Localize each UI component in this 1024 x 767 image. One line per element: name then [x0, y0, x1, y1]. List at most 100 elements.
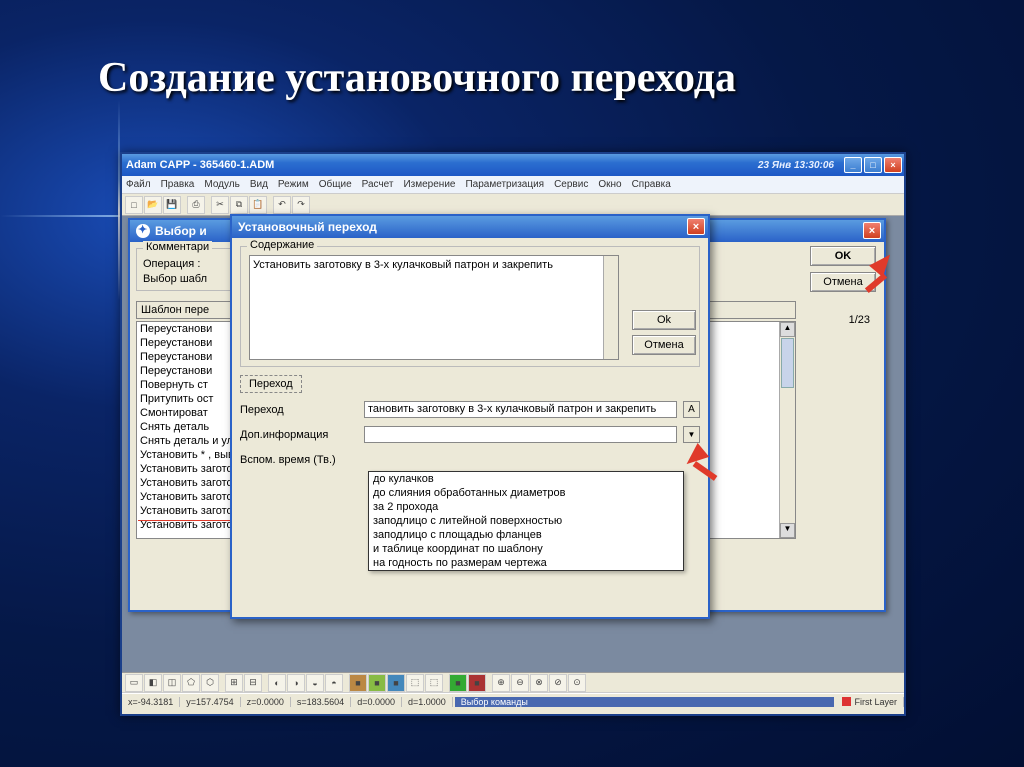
tool-icon[interactable]: ⬡: [201, 674, 219, 692]
menu-item[interactable]: Модуль: [204, 179, 239, 190]
tool-icon[interactable]: ▭: [125, 674, 143, 692]
tool-icon[interactable]: ◓: [325, 674, 343, 692]
menu-item[interactable]: Окно: [598, 179, 621, 190]
status-y: y=157.4754: [180, 697, 240, 707]
tool-icon[interactable]: ◑: [287, 674, 305, 692]
tool-icon[interactable]: ⊖: [511, 674, 529, 692]
textarea-scrollbar[interactable]: [603, 256, 618, 359]
template-select-label: Выбор шабл: [143, 273, 224, 285]
app-titlebar: Adam CAPP - 365460-1.ADM 23 Янв 13:30:06…: [122, 154, 904, 176]
menu-item[interactable]: Правка: [161, 179, 195, 190]
dropdown-option[interactable]: до кулачков: [369, 472, 683, 486]
tool-new-icon[interactable]: □: [125, 196, 143, 214]
tool-icon[interactable]: ⊞: [225, 674, 243, 692]
status-layer: First Layer: [854, 697, 897, 707]
scroll-thumb[interactable]: [781, 338, 794, 388]
dlg2-cancel-button[interactable]: Отмена: [632, 335, 696, 355]
dropdown-option[interactable]: до слияния обработанных диаметров: [369, 486, 683, 500]
tool-icon[interactable]: ◐: [268, 674, 286, 692]
tool-icon[interactable]: ■: [468, 674, 486, 692]
minimize-button[interactable]: _: [844, 157, 862, 173]
dropdown-option[interactable]: за 2 прохода: [369, 500, 683, 514]
ok-button[interactable]: OK: [810, 246, 876, 266]
slide-title: Создание установочного перехода: [98, 54, 736, 102]
content-text: Установить заготовку в 3-х кулачковый па…: [253, 259, 553, 271]
status-x: x=-94.3181: [122, 697, 180, 707]
dropdown-button[interactable]: ▼: [683, 426, 700, 443]
tool-icon[interactable]: ■: [387, 674, 405, 692]
scroll-down-icon[interactable]: ▼: [780, 523, 795, 538]
transition-label: Переход: [240, 404, 358, 416]
tool-save-icon[interactable]: 💾: [163, 196, 181, 214]
menu-item[interactable]: Расчет: [362, 179, 394, 190]
tool-icon[interactable]: ⊙: [568, 674, 586, 692]
tool-print-icon[interactable]: ⎙: [187, 196, 205, 214]
status-bar: x=-94.3181 y=157.4754 z=0.0000 s=183.560…: [122, 693, 904, 709]
dlg2-ok-button[interactable]: Ok: [632, 310, 696, 330]
status-d1: d=0.0000: [351, 697, 402, 707]
comment-group: Операция : Выбор шабл: [136, 248, 231, 291]
menu-item[interactable]: Режим: [278, 179, 309, 190]
menu-item[interactable]: Вид: [250, 179, 268, 190]
menu-item[interactable]: Измерение: [403, 179, 455, 190]
menu-item[interactable]: Общие: [319, 179, 352, 190]
tool-icon[interactable]: ◒: [306, 674, 324, 692]
tool-icon[interactable]: ⬚: [406, 674, 424, 692]
tool-icon[interactable]: ⬚: [425, 674, 443, 692]
page-counter: 1/23: [810, 314, 876, 326]
menu-bar: Файл Правка Модуль Вид Режим Общие Расче…: [122, 176, 904, 194]
app-time: 23 Янв 13:30:06: [758, 160, 834, 171]
dropdown-option[interactable]: на годность по размерам чертежа: [369, 556, 683, 570]
tool-icon[interactable]: ■: [449, 674, 467, 692]
toolbar-row-1: ▭ ◧ ◫ ⬠ ⬡ ⊞ ⊟ ◐ ◑ ◒ ◓ ■ ■ ■ ⬚ ⬚ ■ ■ ⊕ ⊖ …: [122, 673, 904, 693]
status-d2: d=1.0000: [402, 697, 453, 707]
tool-icon[interactable]: ⬠: [182, 674, 200, 692]
tab-transition[interactable]: Переход: [240, 375, 302, 393]
scroll-up-icon[interactable]: ▲: [780, 322, 795, 337]
bottom-toolbars: ▭ ◧ ◫ ⬠ ⬡ ⊞ ⊟ ◐ ◑ ◒ ◓ ■ ■ ■ ⬚ ⬚ ■ ■ ⊕ ⊖ …: [122, 672, 904, 714]
app-close-button[interactable]: ×: [884, 157, 902, 173]
app-window: Adam CAPP - 365460-1.ADM 23 Янв 13:30:06…: [120, 152, 906, 716]
additional-info-label: Доп.информация: [240, 429, 358, 441]
tool-undo-icon[interactable]: ↶: [273, 196, 291, 214]
tool-icon[interactable]: ⊗: [530, 674, 548, 692]
dropdown-option[interactable]: заподлицо с площадью фланцев: [369, 528, 683, 542]
scrollbar[interactable]: ▲ ▼: [779, 322, 795, 538]
tool-cut-icon[interactable]: ✂: [211, 196, 229, 214]
dropdown-option[interactable]: заподлицо с литейной поверхностью: [369, 514, 683, 528]
dlg2-title-text: Установочный переход: [238, 220, 377, 234]
aux-time-label: Вспом. время (Тв.): [240, 454, 358, 466]
status-z: z=0.0000: [241, 697, 291, 707]
additional-info-input[interactable]: [364, 426, 677, 443]
menu-item[interactable]: Сервис: [554, 179, 588, 190]
menu-item[interactable]: Справка: [632, 179, 671, 190]
content-textarea[interactable]: Установить заготовку в 3-х кулачковый па…: [249, 255, 619, 360]
app-title: Adam CAPP - 365460-1.ADM: [126, 159, 274, 171]
additional-info-dropdown[interactable]: до кулачковдо слияния обработанных диаме…: [368, 471, 684, 571]
maximize-button[interactable]: □: [864, 157, 882, 173]
tool-icon[interactable]: ⊟: [244, 674, 262, 692]
gear-icon: [136, 224, 150, 238]
menu-item[interactable]: Файл: [126, 179, 151, 190]
operation-label: Операция :: [143, 258, 224, 270]
tool-icon[interactable]: ◫: [163, 674, 181, 692]
tool-redo-icon[interactable]: ↷: [292, 196, 310, 214]
tool-icon[interactable]: ■: [368, 674, 386, 692]
a-button[interactable]: A: [683, 401, 700, 418]
tool-icon[interactable]: ◧: [144, 674, 162, 692]
tool-icon[interactable]: ■: [349, 674, 367, 692]
tool-open-icon[interactable]: 📂: [144, 196, 162, 214]
dlg2-close-button[interactable]: ×: [687, 218, 705, 235]
transition-input[interactable]: тановить заготовку в 3-х кулачковый патр…: [364, 401, 677, 418]
tool-icon[interactable]: ⊘: [549, 674, 567, 692]
dlg1-title-text: Выбор и: [155, 224, 207, 238]
tool-paste-icon[interactable]: 📋: [249, 196, 267, 214]
dlg1-close-button[interactable]: ×: [863, 222, 881, 239]
menu-item[interactable]: Параметризация: [465, 179, 544, 190]
tool-copy-icon[interactable]: ⧉: [230, 196, 248, 214]
tool-icon[interactable]: ⊕: [492, 674, 510, 692]
transition-dialog: Установочный переход × Установить загото…: [230, 214, 710, 619]
dropdown-option[interactable]: и таблице координат по шаблону: [369, 542, 683, 556]
dlg2-titlebar: Установочный переход ×: [232, 216, 708, 238]
status-s: s=183.5604: [291, 697, 351, 707]
